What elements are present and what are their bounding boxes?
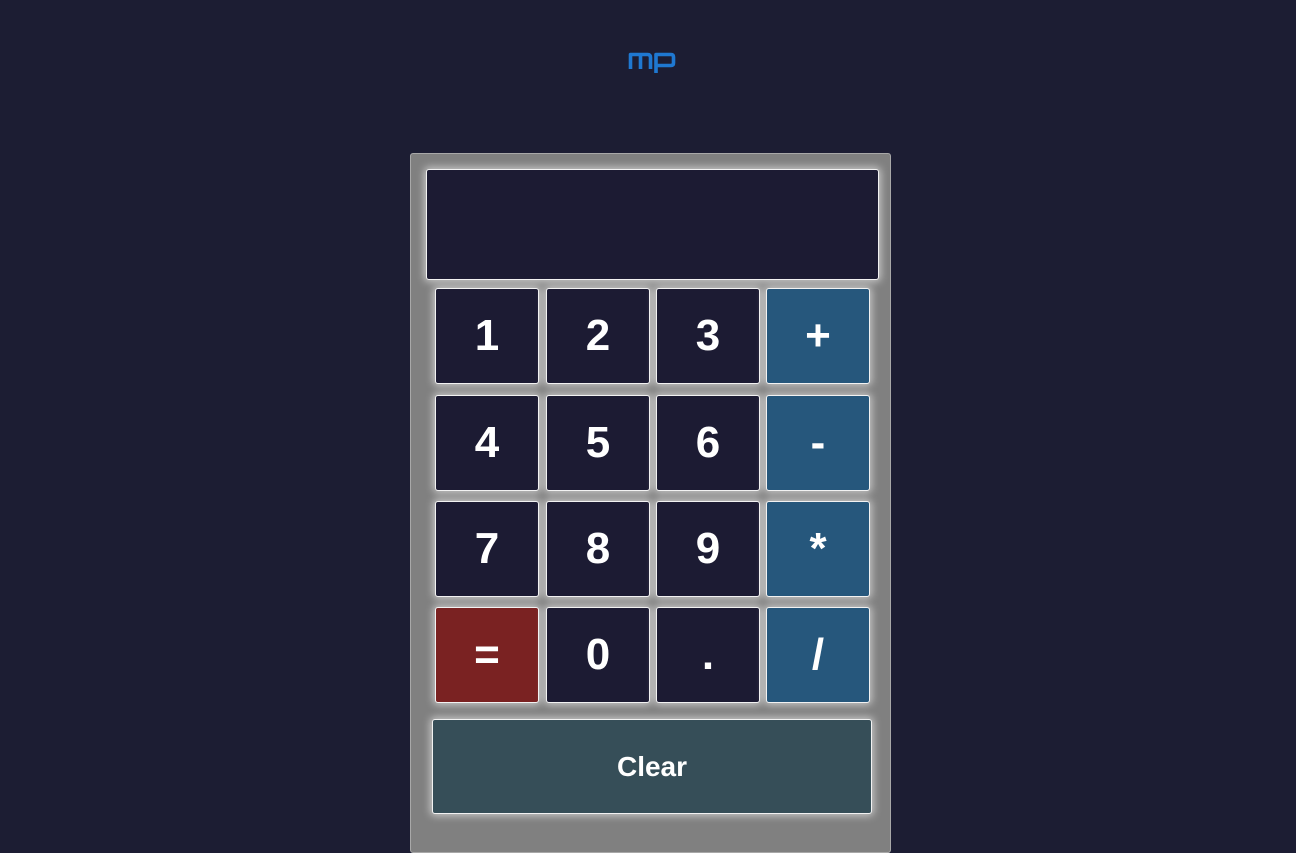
key-7[interactable]: 7 <box>435 501 539 597</box>
add-button[interactable]: + <box>766 288 870 384</box>
key-1[interactable]: 1 <box>435 288 539 384</box>
calculator-display <box>426 169 879 280</box>
subtract-button[interactable]: - <box>766 395 870 491</box>
clear-button[interactable]: Clear <box>432 719 872 814</box>
mp-logo-icon <box>628 52 676 73</box>
key-4[interactable]: 4 <box>435 395 539 491</box>
decimal-point-button[interactable]: . <box>656 607 760 703</box>
key-9[interactable]: 9 <box>656 501 760 597</box>
key-8[interactable]: 8 <box>546 501 650 597</box>
key-6[interactable]: 6 <box>656 395 760 491</box>
equals-button[interactable]: = <box>435 607 539 703</box>
key-5[interactable]: 5 <box>546 395 650 491</box>
calculator-panel: 1 2 3 + 4 5 6 - 7 8 9 * = 0 . / Clear <box>410 153 891 853</box>
divide-button[interactable]: / <box>766 607 870 703</box>
key-2[interactable]: 2 <box>546 288 650 384</box>
multiply-button[interactable]: * <box>766 501 870 597</box>
key-0[interactable]: 0 <box>546 607 650 703</box>
key-3[interactable]: 3 <box>656 288 760 384</box>
